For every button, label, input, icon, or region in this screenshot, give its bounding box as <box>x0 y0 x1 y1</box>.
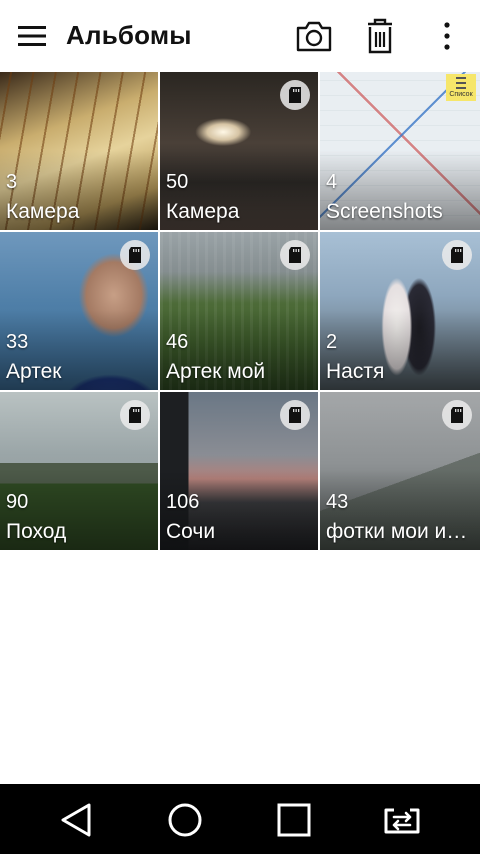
menu-button[interactable] <box>14 18 52 54</box>
delete-button[interactable] <box>360 16 400 56</box>
album-name: Screenshots <box>326 200 443 223</box>
list-badge-label: Список <box>449 91 473 98</box>
sd-card-badge <box>442 240 472 270</box>
album-name: Артек <box>6 360 62 383</box>
album-count: 3 <box>6 171 18 193</box>
sd-card-icon <box>289 247 301 263</box>
album-count: 50 <box>166 171 189 193</box>
page-title: Альбомы <box>66 20 192 50</box>
sd-card-badge <box>120 400 150 430</box>
system-nav-bar <box>0 784 480 854</box>
home-button[interactable] <box>163 798 207 842</box>
album-tile[interactable]: 33 Артек <box>0 232 158 390</box>
dual-window-button[interactable] <box>380 798 424 842</box>
album-name: Сочи <box>166 520 216 543</box>
album-count: 106 <box>166 491 200 513</box>
back-button[interactable] <box>55 798 99 842</box>
camera-button[interactable] <box>294 16 334 56</box>
album-tile[interactable]: 106 Сочи <box>160 392 318 550</box>
album-count: 46 <box>166 331 189 353</box>
album-name: Настя <box>326 360 385 383</box>
sd-card-badge <box>280 240 310 270</box>
hamburger-menu-icon <box>18 26 46 46</box>
album-name: Артек мой <box>166 360 266 383</box>
album-tile[interactable]: 90 Поход <box>0 392 158 550</box>
home-icon <box>168 803 202 837</box>
album-name: фотки мои и… <box>326 520 468 543</box>
album-name: Камера <box>166 200 240 223</box>
sd-card-icon <box>129 407 141 423</box>
recents-icon <box>277 803 311 837</box>
camera-icon <box>296 21 332 52</box>
recents-button[interactable] <box>272 798 316 842</box>
sd-card-icon <box>451 247 463 263</box>
more-vert-icon <box>444 22 450 50</box>
album-count: 4 <box>326 171 338 193</box>
app-bar: Альбомы <box>0 0 480 72</box>
sd-card-icon <box>451 407 463 423</box>
sd-card-icon <box>289 407 301 423</box>
sd-card-badge <box>442 400 472 430</box>
album-name: Поход <box>6 520 67 543</box>
more-options-button[interactable] <box>427 16 467 56</box>
trash-icon <box>368 18 392 54</box>
album-grid: 3 Камера 50 Камера Список 4 Screenshots <box>0 72 480 550</box>
album-count: 90 <box>6 491 29 513</box>
album-tile[interactable]: 46 Артек мой <box>160 232 318 390</box>
sd-card-icon <box>289 87 301 103</box>
album-count: 33 <box>6 331 29 353</box>
album-count: 2 <box>326 331 338 353</box>
sd-card-badge <box>120 240 150 270</box>
album-tile[interactable]: 2 Настя <box>320 232 480 390</box>
album-name: Камера <box>6 200 80 223</box>
back-icon <box>61 803 91 837</box>
list-icon <box>456 77 466 89</box>
album-tile[interactable]: Список 4 Screenshots <box>320 72 480 230</box>
album-tile[interactable]: 43 фотки мои и… <box>320 392 480 550</box>
list-badge: Список <box>446 74 476 101</box>
dual-window-icon <box>384 808 420 834</box>
album-tile[interactable]: 50 Камера <box>160 72 318 230</box>
sd-card-badge <box>280 80 310 110</box>
sd-card-badge <box>280 400 310 430</box>
sd-card-icon <box>129 247 141 263</box>
album-count: 43 <box>326 491 349 513</box>
album-tile[interactable]: 3 Камера <box>0 72 158 230</box>
